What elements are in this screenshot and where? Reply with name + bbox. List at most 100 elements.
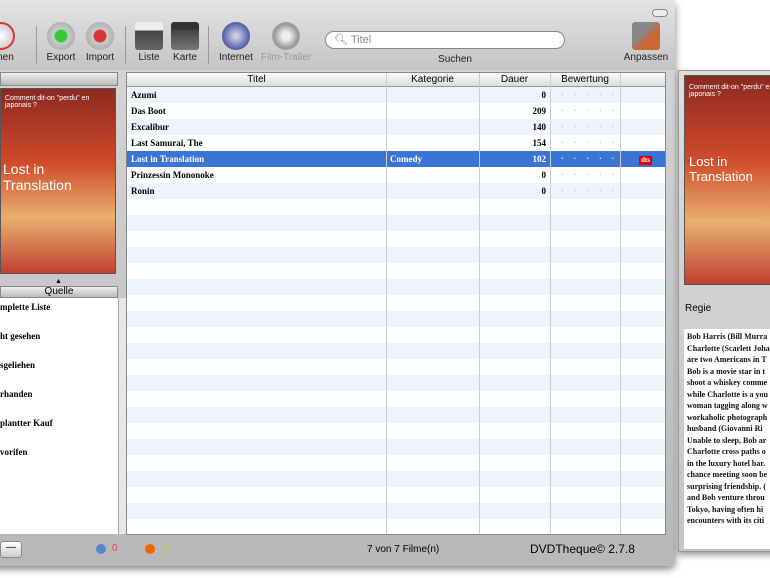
description-line: chance meeting soon be	[687, 470, 768, 479]
empty-row	[127, 359, 665, 375]
column-header-title[interactable]: Titel	[127, 74, 386, 85]
empty-row	[127, 407, 665, 423]
table-row[interactable]: Last Samurai, The 154 · · · · ·	[127, 135, 665, 151]
status-bar: — 0 0 7 von 7 Filme(n) DVDTheque© 2.7.8	[0, 538, 675, 562]
empty-row	[127, 391, 665, 407]
empty-row	[127, 439, 665, 455]
source-header: Quelle	[0, 286, 118, 298]
lent-icon	[145, 544, 155, 554]
rating-cell[interactable]: · · · · ·	[557, 183, 622, 199]
column-header-duration[interactable]: Dauer	[479, 74, 550, 85]
description-line: workaholic photograph	[687, 412, 768, 422]
table-row[interactable]: Prinzessin Mononoke 0 · · · · ·	[127, 167, 665, 183]
duration-cell: 0	[541, 90, 547, 100]
empty-row	[127, 455, 665, 471]
empty-row	[127, 231, 665, 247]
description-line: Bob is a movie star in t	[687, 366, 766, 376]
description-line: Bob Harris (Bill Murra	[687, 332, 768, 341]
drawer-poster-image: Comment dit-on "perdu" en japonais ? Los…	[684, 75, 770, 285]
search-label: Suchen	[438, 54, 472, 65]
toolbar-toggle-button[interactable]	[652, 9, 668, 17]
poster-title: Lost in Translation	[3, 161, 72, 193]
description-line: encounters with its citi	[687, 516, 765, 525]
column-header-rating[interactable]: Bewertung	[550, 74, 620, 85]
print-list-label: Liste	[138, 52, 160, 63]
internet-button[interactable]: Internet	[211, 22, 261, 63]
description-line: Charlotte (Scarlett Joha	[687, 343, 770, 353]
empty-row	[127, 423, 665, 439]
info-icon	[96, 544, 106, 554]
film-trailer-button[interactable]: Film-Trailer	[256, 22, 316, 63]
movie-table: Titel Kategorie Dauer Bewertung Azumi 0 …	[126, 72, 666, 535]
director-label: Regie	[685, 303, 712, 314]
category-cell	[386, 135, 394, 151]
description-line: woman tagging along w	[687, 401, 768, 410]
export-icon	[47, 22, 75, 50]
print-card-button[interactable]: Karte	[160, 22, 210, 63]
rating-cell[interactable]: · · · · ·	[557, 167, 622, 183]
remove-button[interactable]: ernen	[0, 22, 26, 63]
empty-row	[127, 503, 665, 519]
remove-label: ernen	[0, 52, 14, 63]
separator	[208, 26, 209, 64]
table-row[interactable]: Das Boot 209 · · · · ·	[127, 103, 665, 119]
description-line: while Charlotte is a you	[687, 389, 768, 399]
source-item[interactable]: sgeliehen	[0, 360, 35, 370]
title-cell: Lost in Translation	[131, 154, 205, 164]
print-card-icon	[171, 22, 199, 50]
customize-label: Anpassen	[623, 52, 669, 63]
table-row[interactable]: Azumi 0 · · · · ·	[127, 87, 665, 103]
customize-icon	[632, 22, 660, 50]
source-item[interactable]: rhanden	[0, 389, 33, 399]
rating-cell[interactable]: · · · · ·	[557, 87, 622, 103]
table-row[interactable]: Excalibur 140 · · · · ·	[127, 119, 665, 135]
table-header: Titel Kategorie Dauer Bewertung	[127, 73, 665, 87]
category-cell	[386, 183, 394, 199]
description-line: husband (Giovanni Ri	[687, 424, 763, 433]
table-row[interactable]: Lost in Translation Comedy 102 · · · · ·…	[127, 151, 665, 167]
duration-cell: 0	[541, 186, 547, 196]
duration-cell: 0	[541, 170, 547, 180]
search-icon: 🔍︎	[334, 34, 351, 46]
empty-row	[127, 263, 665, 279]
source-list: mplette Liste ht gesehen sgeliehen rhand…	[0, 298, 118, 534]
table-body: Azumi 0 · · · · · Das Boot 209 · · · · ·…	[127, 87, 665, 534]
customize-button[interactable]: Anpassen	[618, 22, 674, 63]
app-version: DVDTheque© 2.7.8	[530, 542, 635, 556]
title-cell: Azumi	[131, 90, 157, 100]
import-button[interactable]: Import	[75, 22, 125, 63]
internet-label: Internet	[219, 52, 253, 63]
empty-row	[127, 519, 665, 534]
empty-row	[127, 375, 665, 391]
source-item[interactable]: mplette Liste	[0, 302, 50, 312]
duration-cell: 154	[532, 138, 547, 148]
rating-cell[interactable]: · · · · ·	[557, 151, 622, 167]
empty-row	[127, 279, 665, 295]
table-row[interactable]: Ronin 0 · · · · ·	[127, 183, 665, 199]
source-scrollbar[interactable]	[118, 298, 126, 534]
title-cell: Ronin	[131, 186, 155, 196]
empty-row	[127, 199, 665, 215]
rating-cell[interactable]: · · · · ·	[557, 103, 622, 119]
title-cell: Das Boot	[131, 106, 166, 116]
column-header-category[interactable]: Kategorie	[386, 74, 479, 85]
description-line: Tokyo, having often hi	[687, 504, 764, 514]
description-text[interactable]: Bob Harris (Bill Murra Charlotte (Scarlet…	[684, 329, 770, 549]
details-drawer: Comment dit-on "perdu" en japonais ? Los…	[678, 70, 770, 552]
source-item[interactable]: ht gesehen	[0, 331, 40, 341]
rating-cell[interactable]: · · · · ·	[557, 119, 622, 135]
search-input[interactable]: 🔍︎ Titel	[325, 31, 565, 49]
movie-count: 7 von 7 Filme(n)	[367, 544, 440, 555]
source-item[interactable]: vorifen	[0, 447, 28, 457]
empty-row	[127, 487, 665, 503]
source-item[interactable]: plantter Kauf	[0, 418, 53, 428]
splitter-handle[interactable]: ▲	[55, 278, 62, 285]
rating-cell[interactable]: · · · · ·	[557, 135, 622, 151]
drawer-poster-title: Lost in Translation	[689, 154, 753, 184]
remove-source-button[interactable]: —	[0, 541, 22, 558]
description-line: surprising friendship. (	[687, 481, 766, 491]
drawer-poster-tagline: Comment dit-on "perdu" en japonais ?	[689, 84, 770, 98]
toolbar: ernen Export Import Liste Karte Internet…	[0, 0, 675, 70]
description-line: Charlotte cross paths o	[687, 447, 766, 456]
empty-row	[127, 247, 665, 263]
